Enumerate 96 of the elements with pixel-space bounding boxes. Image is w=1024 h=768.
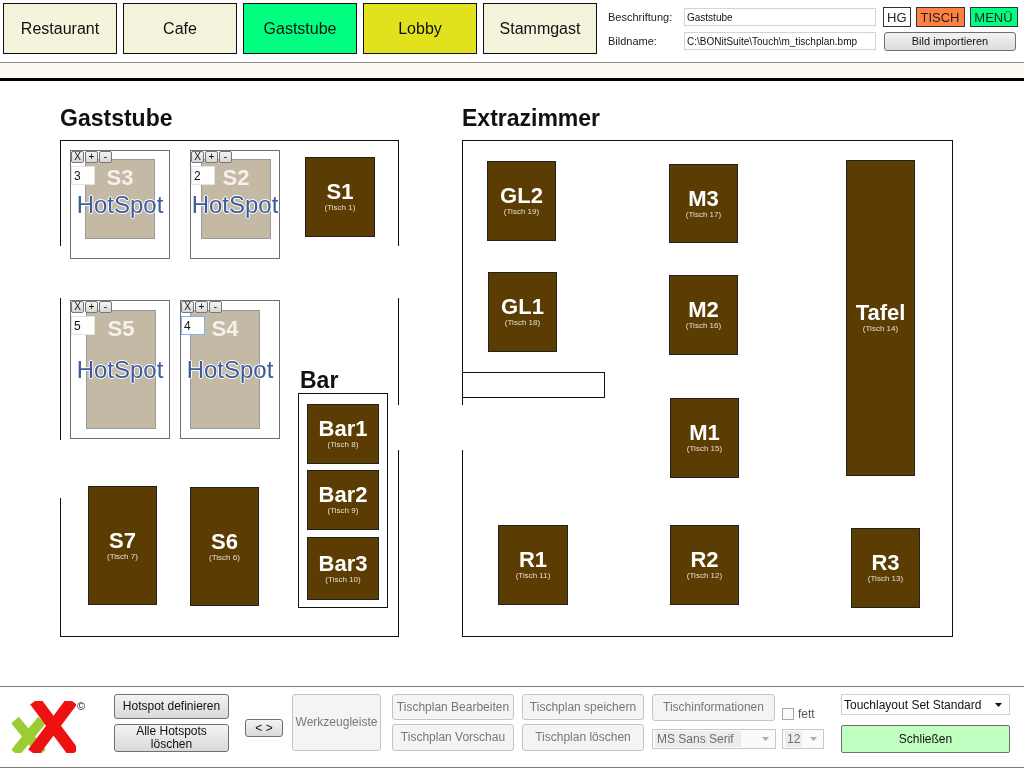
color-button[interactable]: HG: [883, 7, 911, 27]
dining-table[interactable]: R1 (Tisch 11): [498, 525, 568, 605]
bold-label: fett: [798, 707, 815, 721]
toggle-button[interactable]: < >: [245, 719, 283, 737]
table-label: GL1: [501, 296, 544, 318]
room-title: Extrazimmer: [462, 104, 601, 132]
table-label: Bar2: [318, 484, 368, 506]
table-label: Bar3: [318, 552, 368, 575]
table-label: R2: [690, 549, 719, 571]
color-button[interactable]: MENÜ: [969, 7, 1018, 27]
table-label: Tafel: [855, 302, 906, 324]
dining-table[interactable]: M3 (Tisch 17): [669, 164, 738, 243]
hotspot-control-button[interactable]: -: [99, 151, 112, 163]
hotspot-number-input[interactable]: 2: [191, 166, 215, 185]
table-number: (Tisch 19): [503, 207, 540, 217]
caret-icon: [810, 737, 817, 741]
image-name-label: Bildname:: [608, 35, 658, 47]
table-label: S2: [222, 167, 250, 189]
table-number: (Tisch 16): [685, 321, 722, 331]
clear-hotspots-button[interactable]: Alle Hotspots löschen: [114, 724, 229, 752]
table-label: M3: [688, 187, 719, 210]
table-number: (Tisch 13): [867, 574, 904, 584]
table-number: (Tisch 18): [504, 318, 541, 328]
hotspot-number-input[interactable]: 4: [181, 316, 205, 335]
layout-select-value: Touchlayout Set Standard: [844, 697, 982, 712]
table-number: (Tisch 15): [686, 444, 723, 454]
dining-table[interactable]: R2 (Tisch 12): [670, 525, 739, 605]
import-image-button[interactable]: Bild importieren: [884, 31, 1016, 51]
bold-checkbox[interactable]: [782, 708, 794, 720]
hotspot-control-button[interactable]: -: [219, 151, 232, 163]
table-number: (Tisch 12): [686, 571, 723, 581]
hotspot-control-button[interactable]: X: [71, 151, 84, 163]
dining-table[interactable]: GL1 (Tisch 18): [488, 272, 557, 352]
dining-table[interactable]: S7 (Tisch 7): [88, 486, 157, 605]
dining-table[interactable]: R3 (Tisch 13): [851, 528, 920, 608]
hotspot-control-button[interactable]: +: [205, 151, 218, 163]
room-tab[interactable]: Gaststube: [243, 3, 357, 54]
hotspot-control-button[interactable]: X: [71, 301, 84, 313]
table-label: Bar1: [318, 418, 368, 440]
image-name-input[interactable]: C:\BONitSuite\Touch\m_tischplan.bmp: [684, 32, 876, 50]
table-number: (Tisch 14): [862, 324, 899, 334]
table-number: (Tisch 8): [327, 440, 359, 450]
dining-table[interactable]: S6 (Tisch 6): [190, 487, 259, 606]
hotspot-number-input[interactable]: 3: [71, 166, 95, 185]
hotspot-number-input[interactable]: 5: [71, 316, 95, 335]
table-label: S1: [326, 181, 354, 203]
dining-table[interactable]: M1 (Tisch 15): [670, 398, 739, 478]
copyright-mark: ©: [77, 700, 86, 712]
font-select-value: MS Sans Serif: [655, 731, 741, 747]
table-number: (Tisch 11): [515, 571, 551, 581]
dining-table[interactable]: Bar1 (Tisch 8): [307, 404, 379, 464]
table-label: S7: [109, 529, 136, 552]
hotspot-control-button[interactable]: X: [181, 301, 194, 313]
table-label: S4: [211, 318, 239, 340]
room-tab[interactable]: Stammgast: [483, 3, 597, 54]
table-label: R3: [871, 552, 900, 574]
table-label: S3: [106, 167, 134, 189]
close-button[interactable]: Schließen: [841, 725, 1010, 753]
caret-icon: [995, 702, 1002, 707]
hotspot-control-button[interactable]: -: [209, 301, 222, 313]
dining-table[interactable]: M2 (Tisch 16): [669, 275, 738, 355]
caption-input[interactable]: Gaststube: [684, 8, 876, 26]
table-number: (Tisch 9): [327, 506, 359, 516]
dining-table[interactable]: Bar2 (Tisch 9): [307, 470, 379, 530]
table-number: (Tisch 7): [107, 551, 138, 562]
caret-icon: [762, 737, 769, 741]
room-tab[interactable]: Cafe: [123, 3, 237, 54]
dining-table[interactable]: S1 (Tisch 1): [305, 157, 375, 237]
table-label: S5: [107, 318, 135, 340]
table-number: (Tisch 1): [324, 203, 356, 213]
hotspot-control-button[interactable]: -: [99, 301, 112, 313]
table-label: M2: [688, 299, 719, 321]
table-label: S6: [211, 530, 238, 553]
hotspot-control-button[interactable]: X: [191, 151, 204, 163]
logo-icon: [12, 701, 76, 753]
dining-table[interactable]: Bar3 (Tisch 10): [307, 537, 379, 600]
caption-label: Beschriftung:: [608, 11, 674, 23]
layout-select[interactable]: Touchlayout Set Standard: [841, 694, 1010, 715]
room-title: Gaststube: [60, 104, 173, 132]
room-title: Bar: [300, 366, 339, 394]
table-label: M1: [689, 422, 720, 444]
room-tab[interactable]: Lobby: [363, 3, 477, 54]
dining-table[interactable]: Tafel (Tisch 14): [846, 160, 915, 476]
room-tab[interactable]: Restaurant: [3, 3, 117, 54]
define-hotspot-button[interactable]: Hotspot definieren: [114, 694, 229, 719]
hotspot-control-button[interactable]: +: [85, 301, 98, 313]
color-button[interactable]: TISCH: [915, 7, 965, 27]
dining-table[interactable]: GL2 (Tisch 19): [487, 161, 556, 241]
table-label: GL2: [500, 185, 543, 207]
hotspot-control-button[interactable]: +: [85, 151, 98, 163]
table-number: (Tisch 10): [325, 574, 361, 585]
table-number: (Tisch 6): [209, 552, 240, 563]
table-label: R1: [518, 549, 548, 571]
table-number: (Tisch 17): [685, 209, 722, 220]
hotspot-control-button[interactable]: +: [195, 301, 208, 313]
font-size-value: 12: [785, 731, 803, 747]
